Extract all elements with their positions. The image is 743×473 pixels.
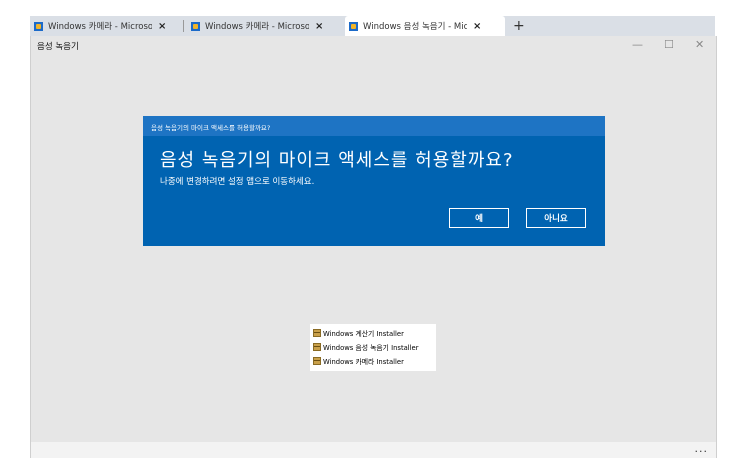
minimize-button[interactable]: — xyxy=(632,38,643,51)
tab-title: Windows 카메라 - Microsoft A xyxy=(48,22,152,32)
installer-label: Windows 계산기 Installer xyxy=(323,330,404,338)
installer-label: Windows 카메라 Installer xyxy=(323,358,404,366)
tab-title: Windows 카메라 - Microsoft A xyxy=(205,22,309,32)
tab-camera-1[interactable]: Windows 카메라 - Microsoft A × xyxy=(30,16,180,36)
tab-close-icon[interactable]: × xyxy=(315,21,323,32)
dialog-header-text: 음성 녹음기의 마이크 액세스를 허용할까요? xyxy=(151,124,271,132)
mic-permission-dialog: 음성 녹음기의 마이크 액세스를 허용할까요? 음성 녹음기의 마이크 액세스를… xyxy=(143,116,605,246)
dialog-message: 나중에 변경하려면 설정 앱으로 이동하세요. xyxy=(160,177,315,187)
installer-label: Windows 음성 녹음기 Installer xyxy=(323,344,419,352)
new-tab-button[interactable]: + xyxy=(513,16,525,36)
installer-package-icon xyxy=(313,357,321,365)
tab-divider xyxy=(183,20,184,32)
installer-item-voice-recorder[interactable]: Windows 음성 녹음기 Installer xyxy=(310,340,436,354)
tab-camera-2[interactable]: Windows 카메라 - Microsoft A × xyxy=(187,16,337,36)
tab-voice-recorder[interactable]: Windows 음성 녹음기 - Micro × xyxy=(345,16,505,36)
app-title-bar: 음성 녹음기 — ☐ ✕ xyxy=(31,36,716,56)
no-button[interactable]: 아니요 xyxy=(526,208,586,228)
yes-button[interactable]: 예 xyxy=(449,208,509,228)
app-title: 음성 녹음기 xyxy=(37,42,79,52)
installer-package-icon xyxy=(313,343,321,351)
installer-list: Windows 계산기 Installer Windows 음성 녹음기 Ins… xyxy=(310,324,436,371)
tab-close-icon[interactable]: × xyxy=(473,21,481,32)
dialog-title: 음성 녹음기의 마이크 액세스를 허용할까요? xyxy=(160,150,514,171)
browser-tab-strip: Windows 카메라 - Microsoft A × Windows 카메라 … xyxy=(30,16,715,36)
maximize-button[interactable]: ☐ xyxy=(664,38,674,51)
app-bottom-bar: ... xyxy=(31,442,716,458)
dialog-header-bar: 음성 녹음기의 마이크 액세스를 허용할까요? xyxy=(143,116,605,136)
app-icon xyxy=(349,21,358,31)
installer-item-camera[interactable]: Windows 카메라 Installer xyxy=(310,354,436,368)
app-icon xyxy=(191,21,200,31)
tab-close-icon[interactable]: × xyxy=(158,21,166,32)
more-options-button[interactable]: ... xyxy=(695,442,709,455)
app-window: 음성 녹음기 — ☐ ✕ 음성 녹음기의 마이크 액세스를 허용할까요? 음성 … xyxy=(30,36,717,458)
installer-package-icon xyxy=(313,329,321,337)
installer-item-calculator[interactable]: Windows 계산기 Installer xyxy=(310,326,436,340)
close-button[interactable]: ✕ xyxy=(695,38,704,51)
app-icon xyxy=(34,21,43,31)
tab-title: Windows 음성 녹음기 - Micro xyxy=(363,22,467,32)
